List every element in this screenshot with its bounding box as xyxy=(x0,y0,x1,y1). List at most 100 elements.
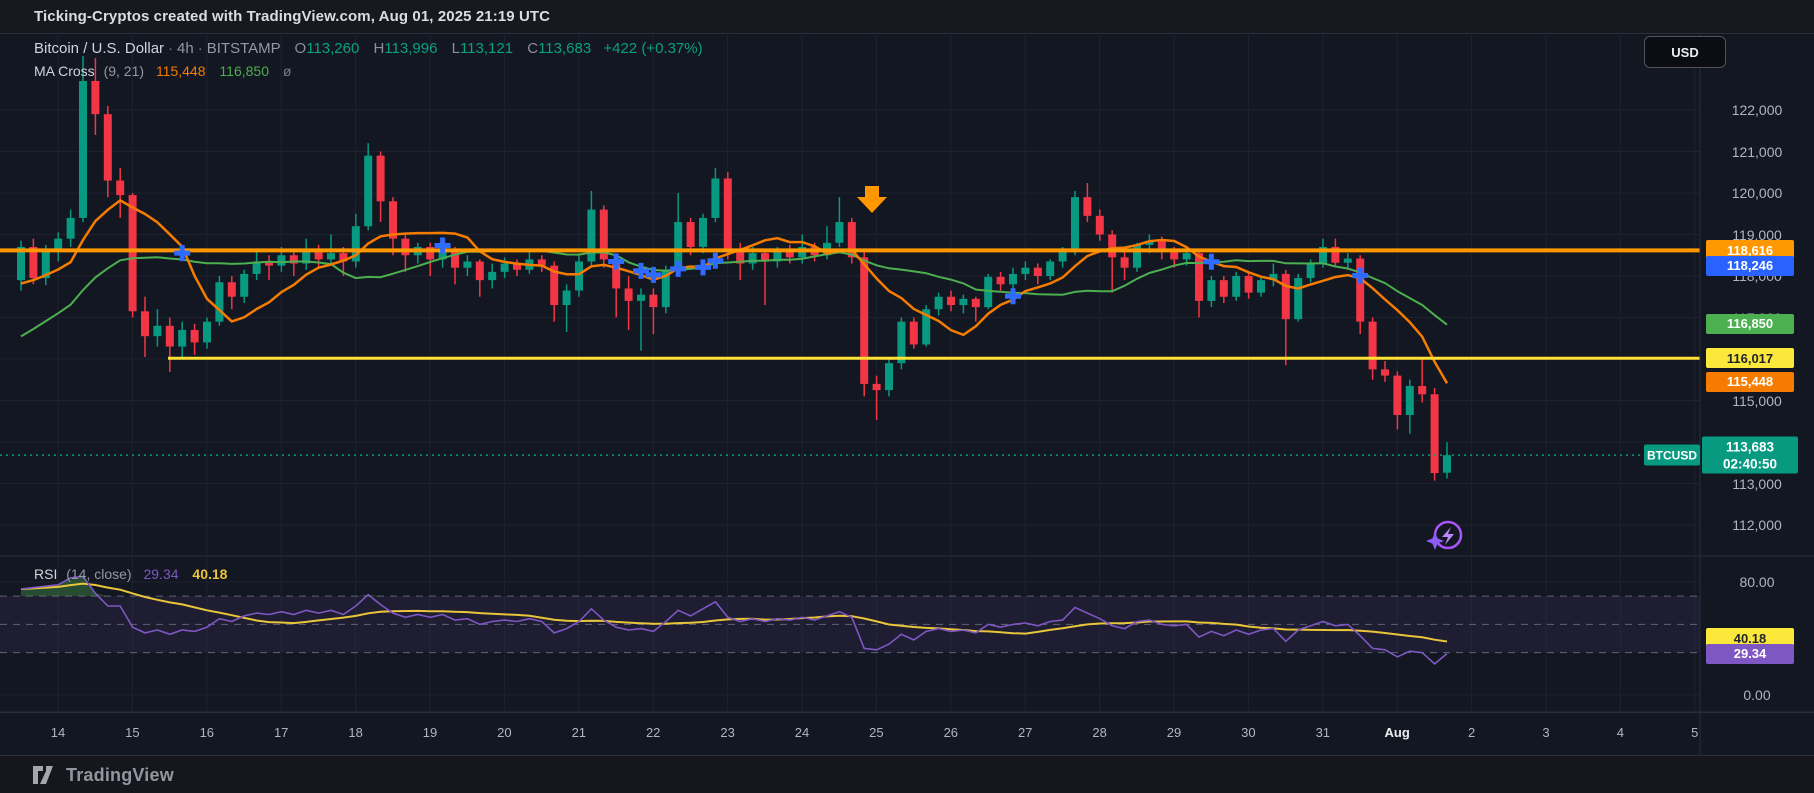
time-axis-label: 25 xyxy=(869,725,884,740)
interval-label[interactable]: 4h xyxy=(177,40,194,57)
chart-canvas[interactable] xyxy=(0,0,1814,793)
candle-up xyxy=(1009,273,1017,285)
candle-up xyxy=(1182,253,1191,260)
candle-up xyxy=(1046,261,1055,276)
footer-bar: TradingView xyxy=(0,755,1814,793)
rsi-legend[interactable]: RSI (14, close) 29.34 40.18 xyxy=(34,566,227,582)
time-axis-label: 27 xyxy=(1017,725,1033,740)
candle-up xyxy=(66,217,75,239)
candle-down xyxy=(1120,257,1129,268)
time-axis-label: 4 xyxy=(1616,725,1625,740)
candle-down xyxy=(475,261,484,281)
candle-down xyxy=(1368,321,1377,370)
blue-level-label: 118,246 xyxy=(1706,255,1794,276)
candle-down xyxy=(860,257,869,384)
candle-down xyxy=(128,195,137,312)
candle-up xyxy=(1306,263,1315,279)
candle-up xyxy=(711,178,720,218)
time-axis-label: 21 xyxy=(571,725,587,740)
time-axis-label: 16 xyxy=(199,725,215,740)
candle-up xyxy=(1257,280,1265,293)
candle-up xyxy=(463,261,472,268)
ma-fast-label: 115,448 xyxy=(1706,371,1794,392)
candle-up xyxy=(327,253,335,260)
close-value: 113,683 xyxy=(538,40,592,57)
candle-up xyxy=(1058,251,1067,262)
price-tick: 115,000 xyxy=(1732,392,1782,409)
rsi-overbought-fill xyxy=(21,576,1447,597)
candle-up xyxy=(178,329,187,347)
candle-down xyxy=(872,383,881,391)
candle-up xyxy=(240,273,249,297)
rsi-ma-value: 40.18 xyxy=(192,566,228,582)
candle-down xyxy=(116,180,125,196)
ma-cross-legend[interactable]: MA Cross (9, 21) 115,448 116,850 ø xyxy=(34,63,291,79)
rsi-value-label: 29.34 xyxy=(1706,643,1794,664)
tradingview-logo[interactable]: TradingView xyxy=(32,764,174,786)
candle-down xyxy=(1033,267,1042,276)
indicator-params: (9, 21) xyxy=(103,63,145,79)
candle-down xyxy=(1244,276,1253,293)
candle-down xyxy=(996,276,1005,285)
time-axis-label: 31 xyxy=(1315,725,1331,740)
time-axis-label: 14 xyxy=(50,725,66,740)
ma-fast-value: 115,448 xyxy=(155,63,206,79)
time-axis[interactable]: 14 15 16 17 18 19 20 21 22 23 24 25 26 27 28 29 30 31 Aug 2… xyxy=(0,712,1814,756)
candle-up xyxy=(488,271,497,281)
high-label: H xyxy=(373,40,385,57)
price-tick: 121,000 xyxy=(1731,143,1783,160)
ma-zero-glyph: ø xyxy=(282,63,292,79)
time-axis-label: 20 xyxy=(497,725,512,740)
down-arrow[interactable] xyxy=(857,186,887,213)
ma-cross-icon xyxy=(670,260,687,277)
price-scale[interactable]: 122,000121,000120,000119,000118,000117,0… xyxy=(1700,33,1814,755)
price-levels xyxy=(0,248,1700,456)
tradingview-logo-icon xyxy=(33,765,53,784)
candle-up xyxy=(1232,276,1241,297)
candle-down xyxy=(376,155,385,202)
candle-up xyxy=(1021,267,1030,274)
low-value: 113,121 xyxy=(459,40,514,57)
rsi-params: (14, close) xyxy=(66,566,132,582)
candle-down xyxy=(401,238,410,256)
close-label: C xyxy=(527,40,539,57)
candle-down xyxy=(1095,215,1104,235)
candle-up xyxy=(277,255,286,266)
candle-down xyxy=(1430,394,1439,474)
candle-down xyxy=(141,311,149,337)
candle-up xyxy=(153,325,162,337)
candle-up xyxy=(203,321,211,343)
candle-down xyxy=(1219,280,1228,297)
exchange-label[interactable]: BITSTAMP xyxy=(207,40,281,57)
rsi-name: RSI xyxy=(34,566,58,582)
candle-down xyxy=(947,296,955,306)
high-value: 113,996 xyxy=(384,40,438,57)
symbol-legend: Bitcoin / U.S. Dollar · 4h · BITSTAMP O113,2… xyxy=(34,40,703,57)
time-axis-label: 24 xyxy=(794,725,810,740)
candle-up xyxy=(885,363,893,391)
candle-up xyxy=(562,290,571,306)
candle-down xyxy=(624,288,633,301)
candle-up xyxy=(364,155,373,227)
candle-up xyxy=(1343,258,1352,263)
bar-countdown: 02:40:50 xyxy=(1722,456,1778,472)
open-label: O xyxy=(294,40,307,57)
currency-toggle-button[interactable]: USD xyxy=(1644,36,1726,68)
symbol-title[interactable]: Bitcoin / U.S. Dollar xyxy=(34,40,164,57)
rsi-value: 29.34 xyxy=(143,566,179,582)
last-price-label: 113,683 02:40:50 xyxy=(1702,436,1798,474)
candle-up xyxy=(500,263,509,272)
time-axis-label: 29 xyxy=(1166,725,1182,740)
hline-lower-label: 116,017 xyxy=(1706,348,1794,369)
candle-down xyxy=(91,80,100,115)
candle-down xyxy=(1381,369,1389,376)
time-axis-label: 3 xyxy=(1542,725,1550,740)
candle-down xyxy=(103,114,112,181)
candle-up xyxy=(215,282,224,322)
candle-up xyxy=(934,296,943,310)
candle-up xyxy=(959,298,968,306)
candlestick-series xyxy=(17,56,1451,481)
candle-down xyxy=(723,178,732,250)
time-axis-label: 30 xyxy=(1241,725,1256,740)
time-axis-label: 15 xyxy=(125,725,140,740)
